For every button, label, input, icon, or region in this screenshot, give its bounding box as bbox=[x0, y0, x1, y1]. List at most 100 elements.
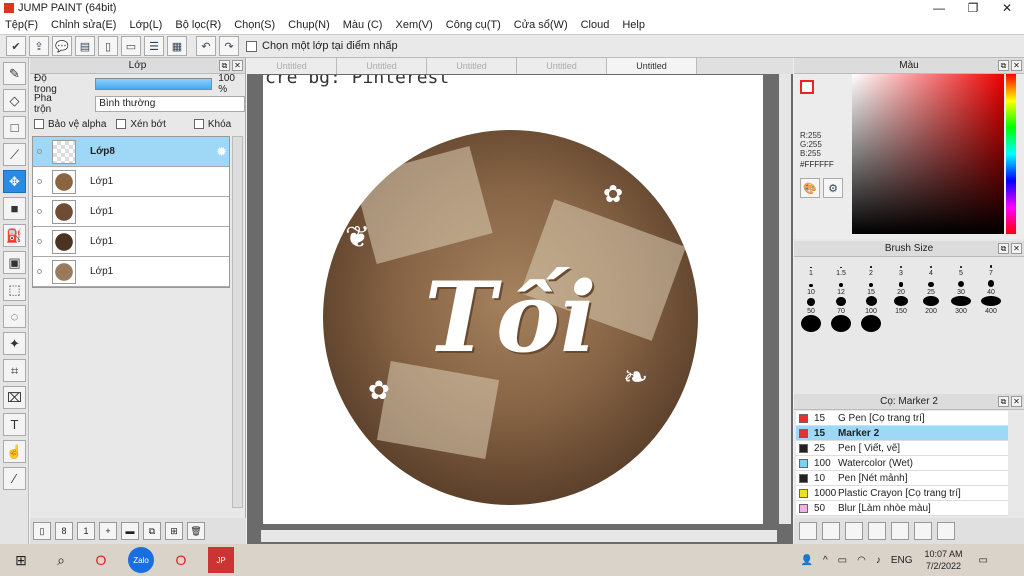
minimize-button[interactable]: — bbox=[922, 0, 956, 16]
float-icon[interactable]: ⧉ bbox=[998, 60, 1009, 71]
menu-capture[interactable]: Chụp(N) bbox=[288, 19, 330, 31]
clock[interactable]: 10:07 AM 7/2/2022 bbox=[925, 548, 963, 572]
opera-gx-icon[interactable]: O bbox=[168, 547, 194, 573]
panel-close-icon[interactable]: ✕ bbox=[232, 60, 243, 71]
menu-tools[interactable]: Công cụ(T) bbox=[446, 19, 501, 31]
gradient-tool-icon[interactable]: ▣ bbox=[3, 251, 26, 274]
add-layer-menu-icon[interactable]: + bbox=[99, 522, 117, 540]
layer-row[interactable]: Lớp1 bbox=[33, 197, 229, 227]
gear-icon[interactable]: ✹ bbox=[216, 144, 227, 160]
brush-copy-icon[interactable] bbox=[868, 522, 886, 540]
brush-size-cell[interactable]: 20 bbox=[886, 277, 916, 296]
hue-slider[interactable] bbox=[1006, 74, 1016, 234]
wifi-icon[interactable]: ◠ bbox=[857, 555, 866, 566]
opacity-slider[interactable] bbox=[95, 78, 213, 90]
people-icon[interactable]: 👤 bbox=[801, 555, 813, 566]
hand-tool-icon[interactable]: ☝ bbox=[3, 440, 26, 463]
menu-layer[interactable]: Lớp(L) bbox=[129, 19, 162, 31]
comment-icon[interactable]: 💬 bbox=[52, 36, 72, 56]
tab-untitled[interactable]: Untitled bbox=[337, 58, 427, 74]
blend-mode-select[interactable]: Bình thường bbox=[95, 96, 245, 112]
message-icon[interactable]: ▤ bbox=[75, 36, 95, 56]
menu-view[interactable]: Xem(V) bbox=[395, 19, 432, 31]
brush-size-cell[interactable]: 150 bbox=[886, 296, 916, 315]
panel-close-icon[interactable]: ✕ bbox=[1011, 60, 1022, 71]
brush-folder-icon[interactable] bbox=[891, 522, 909, 540]
layer-row[interactable]: Lớp8 ✹ bbox=[33, 137, 229, 167]
fill-rect-tool-icon[interactable]: ■ bbox=[3, 197, 26, 220]
brush-size-cell[interactable]: 5 bbox=[946, 258, 976, 277]
new-layer-1bit-icon[interactable]: 1 bbox=[77, 522, 95, 540]
export-icon[interactable]: ⇪ bbox=[29, 36, 49, 56]
brush-item[interactable]: 50 Blur [Làm nhòe màu] bbox=[796, 501, 1008, 516]
menu-window[interactable]: Cửa sổ(W) bbox=[514, 19, 568, 31]
jump-paint-icon[interactable]: JP bbox=[208, 547, 234, 573]
select-layer-on-click-checkbox[interactable] bbox=[246, 40, 257, 52]
battery-icon[interactable]: ▭ bbox=[838, 555, 847, 566]
brush-size-cell[interactable]: 70 bbox=[826, 296, 856, 315]
show-hidden-icons-icon[interactable]: ^ bbox=[823, 555, 828, 566]
cloud-check-icon[interactable]: ✔ bbox=[6, 36, 26, 56]
canvas-hscrollbar[interactable] bbox=[261, 530, 777, 542]
menu-select[interactable]: Chọn(S) bbox=[234, 19, 275, 31]
visibility-icon[interactable] bbox=[37, 209, 42, 214]
merge-icon[interactable]: ⊞ bbox=[165, 522, 183, 540]
brush-size-cell[interactable]: 100 bbox=[856, 296, 886, 315]
visibility-icon[interactable] bbox=[37, 239, 42, 244]
redo-icon[interactable]: ↷ bbox=[219, 36, 239, 56]
brush-size-cell[interactable]: 50 bbox=[796, 296, 826, 315]
visibility-icon[interactable] bbox=[37, 149, 42, 154]
select-eraser-tool-icon[interactable]: ⌧ bbox=[3, 386, 26, 409]
brush-add-icon[interactable] bbox=[799, 522, 817, 540]
menu-color[interactable]: Màu (C) bbox=[343, 19, 383, 31]
bucket-tool-icon[interactable]: ⛽ bbox=[3, 224, 26, 247]
saturation-value-picker[interactable] bbox=[852, 74, 1004, 234]
search-icon[interactable]: ⌕ bbox=[48, 547, 74, 573]
layer-row[interactable]: Lớp1 bbox=[33, 167, 229, 197]
delete-icon[interactable]: 🗑 bbox=[187, 522, 205, 540]
brush-size-cell[interactable]: 2 bbox=[856, 258, 886, 277]
brush-size-cell[interactable] bbox=[856, 315, 886, 334]
panel-close-icon[interactable]: ✕ bbox=[1011, 243, 1022, 254]
brush-settings-icon[interactable] bbox=[822, 522, 840, 540]
document-icon[interactable]: ▭ bbox=[121, 36, 141, 56]
page-icon[interactable]: ▯ bbox=[98, 36, 118, 56]
grid-icon[interactable]: ▦ bbox=[167, 36, 187, 56]
brush-size-cell[interactable]: 400 bbox=[976, 296, 1006, 315]
brush-size-cell[interactable] bbox=[796, 315, 826, 334]
opera-icon[interactable]: O bbox=[88, 547, 114, 573]
brush-size-cell[interactable]: 40 bbox=[976, 277, 1006, 296]
palette-settings-icon[interactable]: ⚙ bbox=[823, 178, 843, 198]
float-icon[interactable]: ⧉ bbox=[998, 243, 1009, 254]
brush-size-cell[interactable]: 1.5 bbox=[826, 258, 856, 277]
lasso-tool-icon[interactable]: ◌ bbox=[3, 305, 26, 328]
pen-tool-icon[interactable]: ✎ bbox=[3, 62, 26, 85]
protect-alpha-checkbox[interactable] bbox=[34, 119, 44, 129]
layer-row[interactable]: Lớp1 bbox=[33, 227, 229, 257]
menu-filter[interactable]: Bộ lọc(R) bbox=[175, 19, 221, 31]
float-icon[interactable]: ⧉ bbox=[998, 396, 1009, 407]
brush-item[interactable]: 15 G Pen [Cọ trang trí] bbox=[796, 411, 1008, 426]
tab-untitled[interactable]: Untitled bbox=[517, 58, 607, 74]
brush-size-cell[interactable]: 3 bbox=[886, 258, 916, 277]
menu-edit[interactable]: Chỉnh sửa(E) bbox=[51, 19, 116, 31]
visibility-icon[interactable] bbox=[37, 179, 42, 184]
close-button[interactable]: ✕ bbox=[990, 0, 1024, 16]
brush-item[interactable]: 15 Marker 2 bbox=[796, 426, 1008, 441]
brush-size-cell[interactable]: 25 bbox=[916, 277, 946, 296]
brush-item[interactable]: 100 Watercolor (Wet) bbox=[796, 456, 1008, 471]
brush-menu-icon[interactable] bbox=[845, 522, 863, 540]
tab-untitled-active[interactable]: Untitled bbox=[607, 58, 697, 74]
menu-cloud[interactable]: Cloud bbox=[581, 19, 610, 31]
line-tool-icon[interactable]: ⟋ bbox=[3, 143, 26, 166]
tab-untitled[interactable]: Untitled bbox=[427, 58, 517, 74]
move-tool-icon[interactable]: ✥ bbox=[3, 170, 26, 193]
rectangle-tool-icon[interactable]: □ bbox=[3, 116, 26, 139]
brush-size-cell[interactable]: 300 bbox=[946, 296, 976, 315]
brush-size-cell[interactable]: 10 bbox=[796, 277, 826, 296]
lock-checkbox[interactable] bbox=[193, 119, 204, 129]
clip-checkbox[interactable] bbox=[116, 119, 127, 129]
layer-row[interactable]: Lớp1 bbox=[33, 257, 229, 287]
duplicate-icon[interactable]: ⧉ bbox=[143, 522, 161, 540]
visibility-icon[interactable] bbox=[37, 269, 42, 274]
